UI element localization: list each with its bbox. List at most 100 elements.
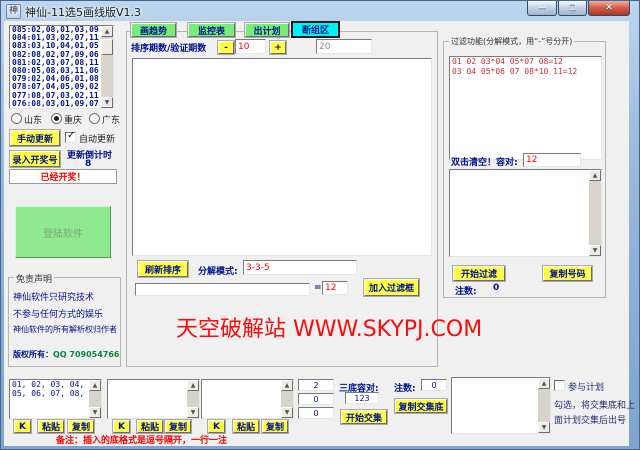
start-filter-button[interactable]: 开始过滤	[453, 266, 505, 281]
radio-guangdong[interactable]	[89, 113, 100, 124]
radio-guangdong-label[interactable]: 广东	[102, 113, 120, 126]
tab-plan[interactable]: 出计划	[245, 23, 289, 37]
tab-trend[interactable]: 画趋势	[131, 23, 176, 37]
box2-scrollbar[interactable]	[187, 380, 199, 418]
base-numbers-box-1[interactable]: 01, 02, 03, 04, 05 05, 06, 07, 08, 09	[9, 379, 102, 419]
scroll-up-icon[interactable]	[589, 170, 601, 181]
radio-chongqing-label[interactable]: 重庆	[64, 113, 82, 126]
title-bar[interactable]: 神 神仙-11选5画线版V1.3	[1, 1, 639, 21]
scroll-up-icon[interactable]	[538, 378, 550, 389]
scroll-up-icon[interactable]	[101, 26, 113, 37]
sort-periods-label: 排序期数/验证期数	[131, 41, 206, 54]
clear-tolerance-label[interactable]: 双击清空！容对:	[451, 155, 518, 168]
scroll-down-icon[interactable]	[538, 422, 550, 433]
filter-count-value: 0	[493, 283, 499, 293]
filter-list[interactable]: 01 02 03*04 05*07 08=12 03 04 05*06 07 0…	[449, 56, 602, 160]
scroll-down-icon[interactable]	[589, 245, 601, 256]
base-numbers-box-3[interactable]	[201, 379, 294, 419]
verify-periods-input[interactable]: 20	[316, 39, 372, 54]
minimize-icon	[538, 3, 546, 12]
disclaimer-line: 不参与任何方式的娱乐	[13, 307, 103, 320]
decompose-mode-input[interactable]: 3-3-5	[243, 260, 357, 275]
count-field-3[interactable]: 0	[298, 407, 334, 419]
filter-line[interactable]: 01 02 03*04 05*07 08=12	[450, 57, 601, 67]
disclaimer-title: 免责声明	[14, 272, 54, 285]
paste-button-3[interactable]: 粘贴	[233, 420, 259, 433]
login-button[interactable]: 登陆软件	[15, 206, 111, 258]
disclaimer-line: 神仙软件的所有解析权归作者	[13, 324, 117, 335]
tab-monitor[interactable]: 监控表	[188, 23, 235, 37]
scrollbar-thumb[interactable]	[101, 39, 113, 55]
auto-update-label[interactable]: 自动更新	[79, 132, 115, 145]
three-base-tolerance-input[interactable]: 123	[345, 392, 379, 404]
filter-line[interactable]: 03 04 05*06 07 08*10 11=12	[450, 67, 601, 77]
intersect-count-label: 注数:	[394, 381, 416, 394]
participate-plan-checkbox[interactable]	[554, 380, 565, 391]
close-icon	[605, 3, 613, 12]
group-work-area[interactable]	[132, 58, 432, 256]
radio-chongqing[interactable]	[51, 113, 62, 124]
maximize-icon	[569, 3, 576, 12]
close-button[interactable]	[588, 1, 630, 16]
scroll-up-icon[interactable]	[187, 380, 199, 391]
sort-periods-input[interactable]: 10	[235, 39, 266, 54]
filter-expression-input[interactable]	[135, 283, 310, 296]
box1-scrollbar[interactable]	[89, 380, 101, 418]
app-icon: 神	[6, 4, 21, 19]
copyright-qq: QQ 709054766	[53, 350, 119, 359]
auto-update-checkbox[interactable]	[65, 132, 76, 143]
copy-button-2[interactable]: 复制	[165, 420, 191, 433]
scroll-up-icon[interactable]	[89, 380, 101, 391]
minimize-button[interactable]	[527, 1, 557, 16]
base-line[interactable]: 05, 06, 07, 08, 09	[10, 389, 101, 398]
scroll-down-icon[interactable]	[101, 97, 113, 108]
count-field-1[interactable]: 2	[298, 379, 334, 391]
equals-value-input[interactable]: 12	[322, 281, 348, 295]
k-button-3[interactable]: K	[208, 420, 225, 433]
copy-button-1[interactable]: 复制	[68, 420, 94, 433]
decrement-button[interactable]: -	[218, 41, 234, 54]
scroll-up-icon[interactable]	[281, 380, 293, 391]
filter-count-label: 注数:	[455, 284, 477, 297]
base-line[interactable]: 01, 02, 03, 04, 05	[10, 380, 101, 389]
increment-button[interactable]: +	[270, 41, 286, 54]
refresh-sort-button[interactable]: 刷新排序	[138, 261, 188, 277]
tolerance-input[interactable]: 12	[523, 153, 581, 167]
maximize-button[interactable]	[558, 1, 587, 16]
list-item[interactable]: 076:08,03,01,09,07	[10, 100, 113, 108]
filter-result-scrollbar[interactable]	[589, 170, 601, 256]
draw-list-scrollbar[interactable]	[101, 26, 113, 108]
count-field-2[interactable]: 0	[298, 393, 334, 405]
scroll-down-icon[interactable]	[281, 407, 293, 418]
start-intersect-button[interactable]: 开始交集	[341, 410, 387, 424]
decompose-mode-label: 分解模式:	[198, 264, 238, 277]
copy-button-3[interactable]: 复制	[262, 420, 288, 433]
filter-result-list[interactable]	[449, 169, 602, 257]
tab-group-zone[interactable]: 断组区	[291, 21, 340, 38]
disclaimer-line: 神仙软件只研究技术	[13, 290, 94, 303]
k-button-1[interactable]: K	[14, 420, 31, 433]
scroll-down-icon[interactable]	[187, 407, 199, 418]
disclaimer-group: 免责声明 神仙软件只研究技术 不参与任何方式的娱乐 神仙软件的所有解析权归作者 …	[8, 277, 121, 367]
manual-update-button[interactable]: 手动更新	[10, 130, 60, 146]
radio-shandong-label[interactable]: 山东	[24, 113, 42, 126]
intersect-count-field[interactable]: 0	[421, 379, 447, 391]
copy-numbers-button[interactable]: 复制号码	[543, 266, 592, 281]
filter-group-title: 过滤功能(分解模式，用“-”号分开)	[449, 36, 574, 47]
app-window: 神 神仙-11选5画线版V1.3 085:02,08,01,03,09 084:…	[0, 0, 640, 450]
paste-button-1[interactable]: 粘贴	[38, 420, 64, 433]
base-numbers-box-2[interactable]	[107, 379, 200, 419]
add-filter-button[interactable]: 加入过滤框	[364, 279, 419, 296]
box3-scrollbar[interactable]	[281, 380, 293, 418]
enter-draw-button[interactable]: 录入开奖号	[10, 151, 60, 167]
draw-history-list[interactable]: 085:02,08,01,03,09 084:01,03,02,07,11 08…	[9, 25, 114, 109]
intersect-result-list[interactable]	[451, 377, 551, 434]
scroll-down-icon[interactable]	[89, 407, 101, 418]
k-button-2[interactable]: K	[113, 420, 130, 433]
paste-button-2[interactable]: 粘贴	[137, 420, 163, 433]
radio-shandong[interactable]	[11, 113, 22, 124]
participate-plan-label[interactable]: 参与计划	[568, 380, 604, 393]
format-note: 备注：插入的底格式是逗号隔开，一行一注	[56, 433, 227, 446]
intersect-scrollbar[interactable]	[538, 378, 550, 433]
copy-intersect-button[interactable]: 复制交集底	[395, 399, 447, 413]
